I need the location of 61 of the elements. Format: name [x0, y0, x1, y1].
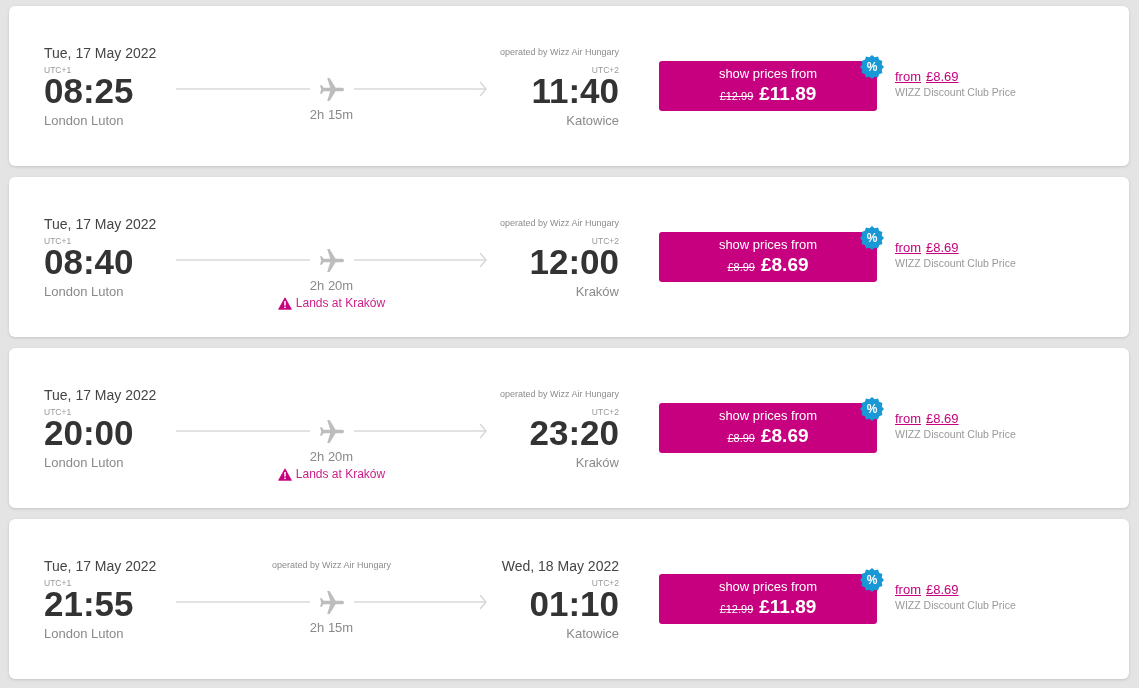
departure-time: 21:55 [44, 588, 134, 620]
airplane-icon [319, 77, 344, 101]
club-from-link[interactable]: from [895, 240, 921, 256]
arrival-airport: Katowice [566, 113, 619, 129]
arrival-airport: Katowice [566, 626, 619, 642]
airplane-icon [319, 590, 344, 614]
arrival-time: 01:10 [529, 588, 619, 620]
arrival-date: Wed, 18 May 2022 [501, 557, 619, 575]
club-price-label: WIZZ Discount Club Price [895, 598, 1016, 612]
flight-duration: 2h 20m [309, 449, 354, 465]
club-price-link[interactable]: £8.69 [926, 69, 959, 85]
flight-duration: 2h 15m [309, 107, 354, 123]
timezone-label: UTC+2 [591, 236, 619, 246]
discount-badge: % [860, 55, 884, 79]
club-from-link[interactable]: from [895, 582, 921, 598]
operator-text: operated by Wizz Air Hungary [499, 46, 619, 58]
operator-text: operated by Wizz Air Hungary [499, 217, 619, 229]
departure-date: Tue, 17 May 2022 [44, 557, 157, 575]
club-from-link[interactable]: from [895, 69, 921, 85]
timezone-label: UTC+2 [591, 65, 619, 75]
warning-icon [277, 297, 292, 310]
flight-duration: 2h 20m [309, 278, 354, 294]
club-price-label: WIZZ Discount Club Price [895, 427, 1016, 441]
departure-time: 08:40 [44, 246, 134, 278]
departure-date: Tue, 17 May 2022 [44, 386, 157, 404]
timezone-label: UTC+1 [44, 578, 72, 588]
arrival-airport: Kraków [575, 455, 619, 471]
departure-time: 08:25 [44, 75, 134, 107]
operator-text: operated by Wizz Air Hungary [271, 559, 392, 571]
club-price-label: WIZZ Discount Club Price [895, 256, 1016, 270]
flight-duration: 2h 15m [309, 620, 354, 636]
arrival-time: 11:40 [531, 75, 619, 107]
departure-date: Tue, 17 May 2022 [44, 44, 157, 62]
timezone-label: UTC+2 [591, 407, 619, 417]
airplane-icon [319, 248, 344, 272]
departure-date: Tue, 17 May 2022 [44, 215, 157, 233]
airplane-icon [319, 419, 344, 443]
club-price-link[interactable]: £8.69 [926, 582, 959, 598]
departure-airport: London Luton [44, 626, 124, 642]
discount-badge: % [860, 568, 884, 592]
timezone-label: UTC+1 [44, 236, 72, 246]
landing-notice: Lands at Kraków [295, 296, 386, 311]
arrival-time: 12:00 [529, 246, 619, 278]
discount-badge: % [860, 226, 884, 250]
discount-badge: % [860, 397, 884, 421]
arrival-time: 23:20 [529, 417, 619, 449]
club-price-label: WIZZ Discount Club Price [895, 85, 1016, 99]
departure-airport: London Luton [44, 113, 124, 129]
club-price-link[interactable]: £8.69 [926, 411, 959, 427]
arrival-airport: Kraków [575, 284, 619, 300]
club-price-link[interactable]: £8.69 [926, 240, 959, 256]
timezone-label: UTC+1 [44, 407, 72, 417]
departure-airport: London Luton [44, 455, 124, 471]
departure-time: 20:00 [44, 417, 134, 449]
timezone-label: UTC+2 [591, 578, 619, 588]
club-from-link[interactable]: from [895, 411, 921, 427]
operator-text: operated by Wizz Air Hungary [499, 388, 619, 400]
landing-notice: Lands at Kraków [295, 467, 386, 482]
timezone-label: UTC+1 [44, 65, 72, 75]
departure-airport: London Luton [44, 284, 124, 300]
warning-icon [277, 468, 292, 481]
